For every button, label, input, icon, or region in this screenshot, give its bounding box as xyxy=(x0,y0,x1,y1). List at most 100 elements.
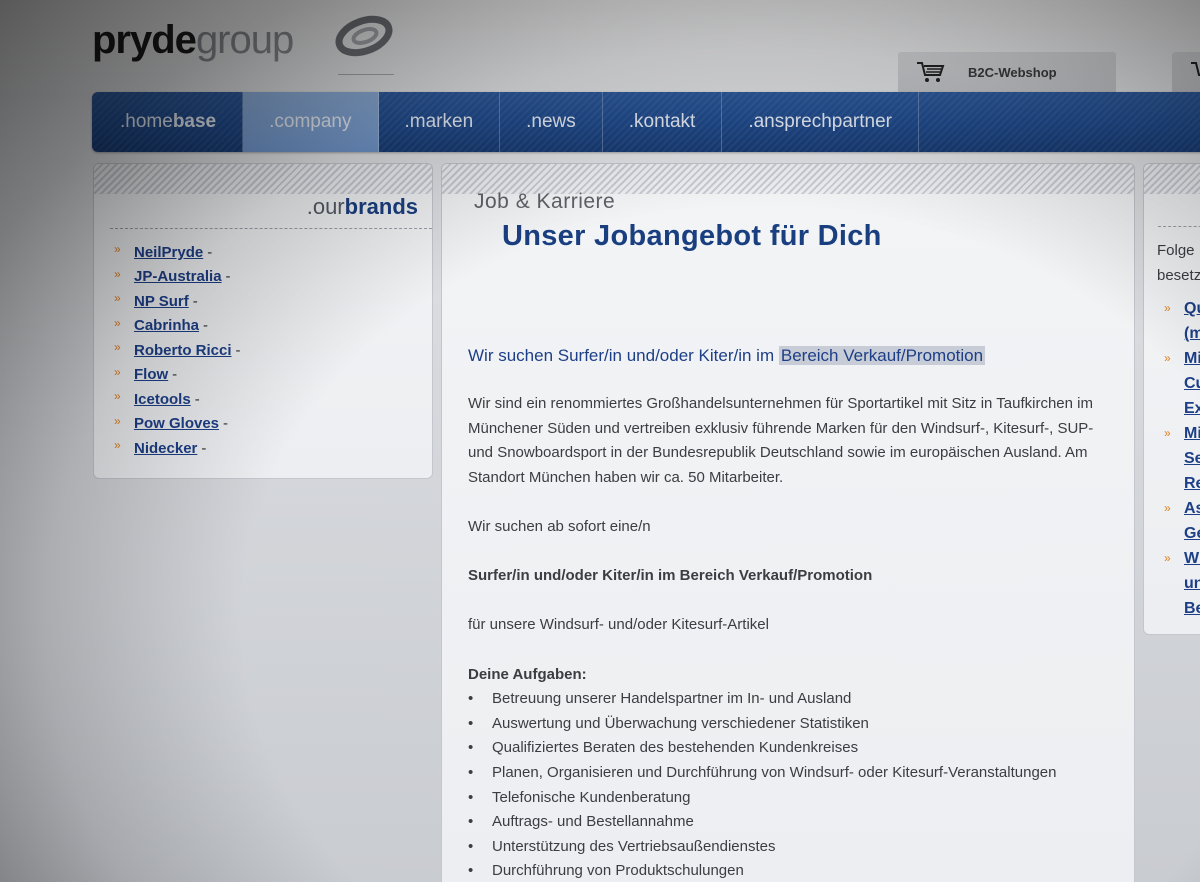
right-intro-line: Folge xyxy=(1157,242,1195,259)
bullet-arrow-icon: » xyxy=(114,266,121,281)
list-item: Auftrags- und Bestellannahme xyxy=(468,810,1108,835)
list-item: Betreuung unserer Handelspartner im In- … xyxy=(468,687,1108,712)
right-link[interactable]: Qu (m xyxy=(1184,296,1200,346)
brand-link-jp-australia[interactable]: JP-Australia xyxy=(134,268,222,285)
list-item: Qualifiziertes Beraten des bestehenden K… xyxy=(468,736,1108,761)
logo-swirl-icon xyxy=(335,15,393,57)
nav-homebase[interactable]: .home base xyxy=(92,92,244,152)
right-link-line: As xyxy=(1184,500,1200,517)
brands-panel: .ourbrands » NeilPryde - » JP-Australia - » N… xyxy=(93,163,433,479)
bullet-arrow-icon: » xyxy=(1164,426,1171,440)
right-link[interactable]: Wi un Be xyxy=(1184,546,1200,621)
nav-news[interactable]: .news xyxy=(500,92,603,152)
right-link[interactable]: Mi Cu Ex xyxy=(1184,346,1200,421)
list-item: Telefonische Kundenberatung xyxy=(468,786,1108,811)
brand-link-np-surf[interactable]: NP Surf xyxy=(134,293,189,310)
logo-light-text: group xyxy=(195,18,294,62)
tasks-list: Betreuung unserer Handelspartner im In- … xyxy=(468,687,1108,882)
separator: - xyxy=(207,243,213,261)
list-item: Planen, Organisieren und Durchführung vo… xyxy=(468,761,1108,786)
brands-heading: .ourbrands xyxy=(307,194,418,220)
right-link[interactable]: Mi Se Re xyxy=(1184,421,1200,496)
logo-bold-text: pryde xyxy=(92,18,197,62)
list-item: » Roberto Ricci - xyxy=(114,338,241,363)
divider xyxy=(1158,226,1200,227)
job-subtitle: Wir suchen Surfer/in und/oder Kiter/in i… xyxy=(468,346,986,366)
brand-link-nidecker[interactable]: Nidecker xyxy=(134,440,197,457)
right-intro-text: Folge besetz xyxy=(1157,238,1200,288)
nav-marken[interactable]: .marken xyxy=(379,92,501,152)
bullet-arrow-icon: » xyxy=(114,413,121,428)
right-link-line: un xyxy=(1184,575,1200,592)
section-kicker: Job & Karriere xyxy=(474,190,616,213)
list-item: » Mi Cu Ex xyxy=(1164,346,1200,421)
bullet-arrow-icon: » xyxy=(1164,501,1171,515)
panel-hatch xyxy=(1144,164,1200,194)
tasks-heading: Deine Aufgaben: xyxy=(468,665,587,683)
bullet-arrow-icon: » xyxy=(1164,351,1171,365)
list-item: » Nidecker - xyxy=(114,436,241,461)
nav-ansprechpartner[interactable]: .ansprechpartner xyxy=(722,92,919,152)
brands-heading-bold: brands xyxy=(344,194,418,219)
brands-list: » NeilPryde - » JP-Australia - » NP Surf - » Ca… xyxy=(114,240,241,461)
list-item: » Wi un Be xyxy=(1164,546,1200,621)
right-link-line: Cu xyxy=(1184,375,1200,392)
list-item: » JP-Australia - xyxy=(114,265,241,290)
bullet-arrow-icon: » xyxy=(114,438,121,453)
separator: - xyxy=(235,341,241,359)
right-link-line: Se xyxy=(1184,450,1200,467)
brand-link-flow[interactable]: Flow xyxy=(134,366,168,383)
brand-link-pow-gloves[interactable]: Pow Gloves xyxy=(134,415,219,432)
list-item: » As Ge xyxy=(1164,496,1200,546)
separator: - xyxy=(201,439,207,457)
page-title: Unser Jobangebot für Dich xyxy=(502,220,882,252)
brands-heading-light: .our xyxy=(306,194,345,219)
main-navigation: .home base .company .marken .news .kontak… xyxy=(92,92,1200,152)
list-item: » Flow - xyxy=(114,363,241,388)
bullet-arrow-icon: » xyxy=(1164,301,1171,315)
shopping-cart-icon xyxy=(1191,62,1200,76)
list-item: » Pow Gloves - xyxy=(114,412,241,437)
webshop-link[interactable]: B2C-Webshop xyxy=(898,52,1116,92)
separator: - xyxy=(223,415,229,433)
separator: - xyxy=(225,268,231,286)
search-intro-paragraph: Wir suchen ab sofort eine/n xyxy=(468,517,651,535)
bullet-arrow-icon: » xyxy=(114,340,121,355)
separator: - xyxy=(192,292,198,310)
shopping-cart-icon xyxy=(917,62,945,82)
right-link-line: Qu xyxy=(1184,300,1200,317)
right-link-line: Re xyxy=(1184,475,1200,492)
product-paragraph: für unsere Windsurf- und/oder Kitesurf-A… xyxy=(468,616,769,634)
job-subtitle-text: Wir suchen Surfer/in und/oder Kiter/in i… xyxy=(468,346,779,365)
right-link-line: Be xyxy=(1184,600,1200,617)
webshop-label: B2C-Webshop xyxy=(968,64,1057,80)
list-item: » NeilPryde - xyxy=(114,240,241,265)
bullet-arrow-icon: » xyxy=(114,242,121,257)
job-subtitle-highlight: Bereich Verkauf/Promotion xyxy=(778,346,986,365)
company-intro-paragraph: Wir sind ein renommiertes Großhandelsunt… xyxy=(468,395,1094,486)
right-link[interactable]: As Ge xyxy=(1184,496,1200,546)
right-link-line: Ge xyxy=(1184,525,1200,542)
right-sidebar-panel: Folge besetz » Qu (m » Mi Cu Ex » Mi Se Re » As Ge… xyxy=(1143,163,1200,635)
right-link-line: Mi xyxy=(1184,425,1200,442)
brand-link-roberto-ricci[interactable]: Roberto Ricci xyxy=(134,342,232,359)
brand-link-neilpryde[interactable]: NeilPryde xyxy=(134,244,203,261)
divider xyxy=(110,228,432,229)
separator: - xyxy=(172,366,178,384)
bullet-arrow-icon: » xyxy=(114,364,121,379)
bullet-arrow-icon: » xyxy=(114,389,121,404)
site-logo[interactable]: prydegroup xyxy=(92,18,294,62)
second-shop-link[interactable] xyxy=(1172,52,1200,92)
bullet-arrow-icon: » xyxy=(114,315,121,330)
right-link-line: (m xyxy=(1184,325,1200,342)
right-links-list: » Qu (m » Mi Cu Ex » Mi Se Re » As Ge » Wi un Be xyxy=(1164,296,1200,621)
job-content-panel: Job & Karriere Unser Jobangebot für Dich… xyxy=(441,163,1135,882)
nav-kontakt[interactable]: .kontakt xyxy=(603,92,723,152)
nav-homebase-prefix: .home xyxy=(120,111,173,132)
list-item: » Cabrinha - xyxy=(114,314,241,339)
brand-link-icetools[interactable]: Icetools xyxy=(134,391,191,408)
separator: - xyxy=(203,317,209,335)
job-description: Wir sind ein renommiertes Großhandelsunt… xyxy=(468,392,1108,882)
brand-link-cabrinha[interactable]: Cabrinha xyxy=(134,317,199,334)
nav-company[interactable]: .company xyxy=(243,92,379,152)
